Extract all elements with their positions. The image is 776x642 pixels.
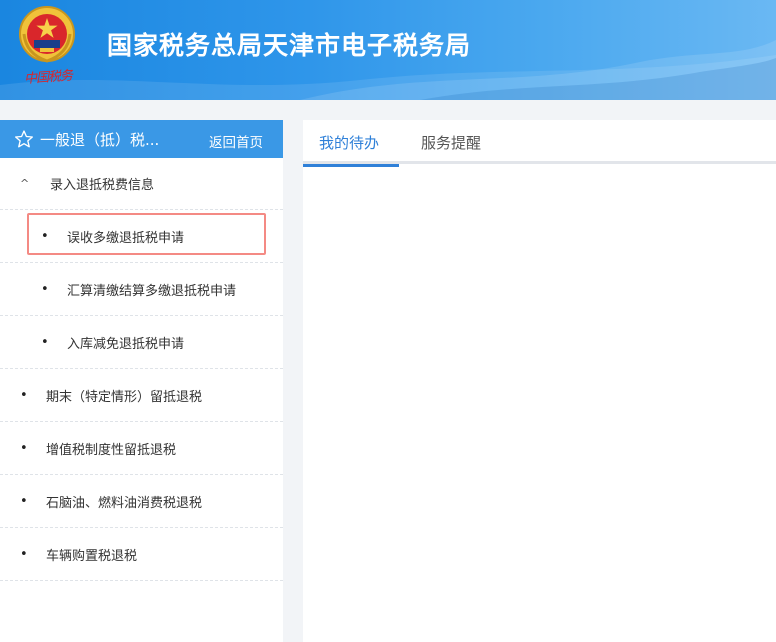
star-icon[interactable] [14, 129, 34, 149]
bullet-icon: • [20, 493, 28, 509]
sidebar: 一般退（抵）税... 返回首页 ^ 录入退抵税费信息 • 误收多缴退抵税申请 •… [0, 120, 283, 642]
sidebar-item-vat-refund[interactable]: • 增值税制度性留抵退税 [0, 422, 283, 475]
sidebar-item-label: 车辆购置税退税 [46, 548, 138, 564]
tab-bar: 我的待办 服务提醒 [303, 120, 776, 167]
sidebar-item-label: 期末（特定情形）留抵退税 [46, 389, 203, 405]
sidebar-item-overpaid-refund[interactable]: • 误收多缴退抵税申请 [0, 210, 283, 263]
tab-my-todo[interactable]: 我的待办 [303, 120, 399, 167]
bullet-icon: • [41, 281, 49, 297]
main-panel: 我的待办 服务提醒 [303, 120, 776, 642]
sidebar-item-vehicle-tax-refund[interactable]: • 车辆购置税退税 [0, 528, 283, 581]
collapse-caret-icon[interactable]: ^ [20, 177, 29, 190]
sidebar-item-settlement-refund[interactable]: • 汇算清缴结算多缴退抵税申请 [0, 263, 283, 316]
bullet-icon: • [20, 440, 28, 456]
page-title: 国家税务总局天津市电子税务局 [107, 31, 472, 60]
header-banner: 中国税务 国家税务总局天津市电子税务局 [0, 0, 776, 100]
sidebar-item-fuel-tax-refund[interactable]: • 石脑油、燃料油消费税退税 [0, 475, 283, 528]
tax-emblem-icon [19, 6, 75, 63]
sidebar-item-label: 误收多缴退抵税申请 [67, 230, 185, 246]
bullet-icon: • [41, 228, 49, 244]
bullet-icon: • [20, 387, 28, 403]
bullet-icon: • [20, 546, 28, 562]
sidebar-item-label: 入库减免退抵税申请 [67, 336, 185, 352]
return-home-link[interactable]: 返回首页 [209, 131, 263, 151]
sidebar-item-label: 石脑油、燃料油消费税退税 [46, 495, 203, 511]
bullet-icon: • [41, 334, 49, 350]
sidebar-header: 一般退（抵）税... 返回首页 [0, 120, 283, 158]
sidebar-item-period-end-refund[interactable]: • 期末（特定情形）留抵退税 [0, 369, 283, 422]
sidebar-item-label: 汇算清缴结算多缴退抵税申请 [67, 283, 237, 299]
sidebar-group-label: 录入退抵税费信息 [50, 178, 155, 193]
sidebar-group-refund-info[interactable]: ^ 录入退抵税费信息 [0, 158, 283, 210]
sidebar-title: 一般退（抵）税... [40, 130, 160, 149]
brand-signature: 中国税务 [23, 68, 73, 87]
tab-service-reminder[interactable]: 服务提醒 [405, 120, 515, 164]
sidebar-item-label: 增值税制度性留抵退税 [46, 442, 177, 458]
sidebar-item-exemption-refund[interactable]: • 入库减免退抵税申请 [0, 316, 283, 369]
